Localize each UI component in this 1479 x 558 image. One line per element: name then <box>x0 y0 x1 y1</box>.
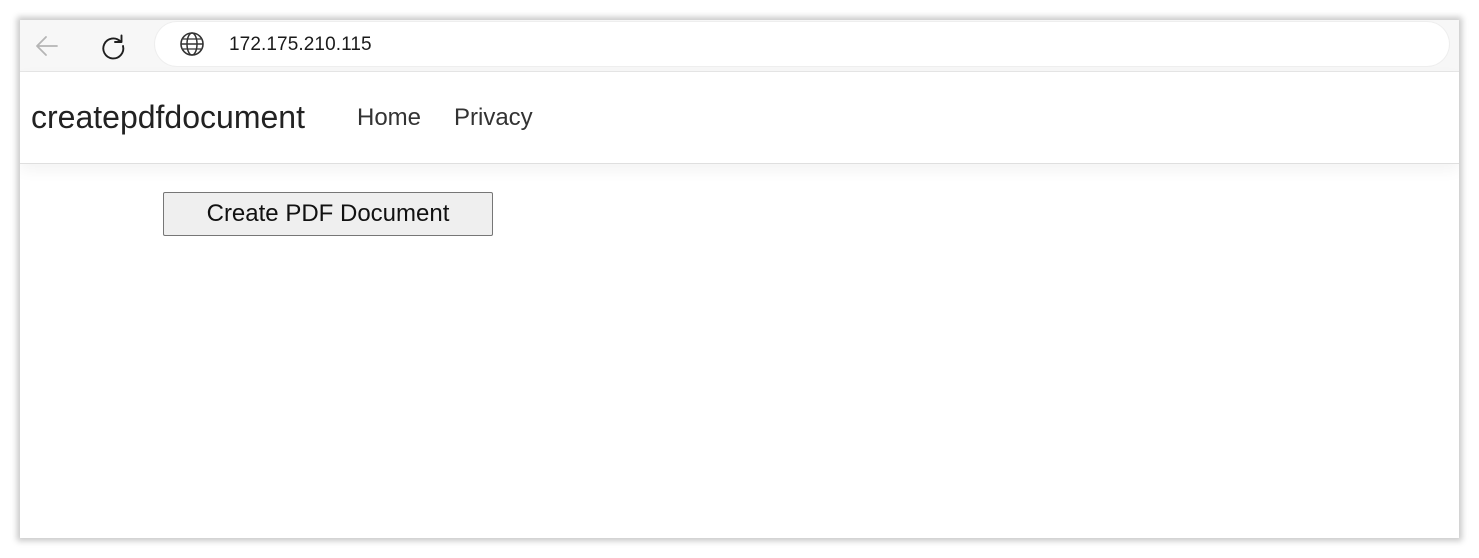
browser-toolbar: 172.175.210.115 <box>20 20 1459 72</box>
address-text[interactable]: 172.175.210.115 <box>229 34 372 56</box>
brand-link[interactable]: createpdfdocument <box>31 99 305 136</box>
site-navbar: createpdfdocument Home Privacy <box>20 72 1459 164</box>
reload-button[interactable] <box>92 25 134 67</box>
create-pdf-button[interactable]: Create PDF Document <box>163 192 493 236</box>
arrow-left-icon <box>36 36 58 56</box>
nav-link-privacy[interactable]: Privacy <box>454 104 533 132</box>
back-button[interactable] <box>26 25 68 67</box>
browser-window: 172.175.210.115 createpdfdocument Home P… <box>20 20 1459 538</box>
reload-icon <box>102 34 125 60</box>
page-content: createpdfdocument Home Privacy Create PD… <box>20 72 1459 538</box>
screen: 172.175.210.115 createpdfdocument Home P… <box>0 0 1479 558</box>
globe-icon <box>179 31 205 57</box>
address-bar[interactable]: 172.175.210.115 <box>155 22 1449 66</box>
nav-link-home[interactable]: Home <box>357 104 421 132</box>
